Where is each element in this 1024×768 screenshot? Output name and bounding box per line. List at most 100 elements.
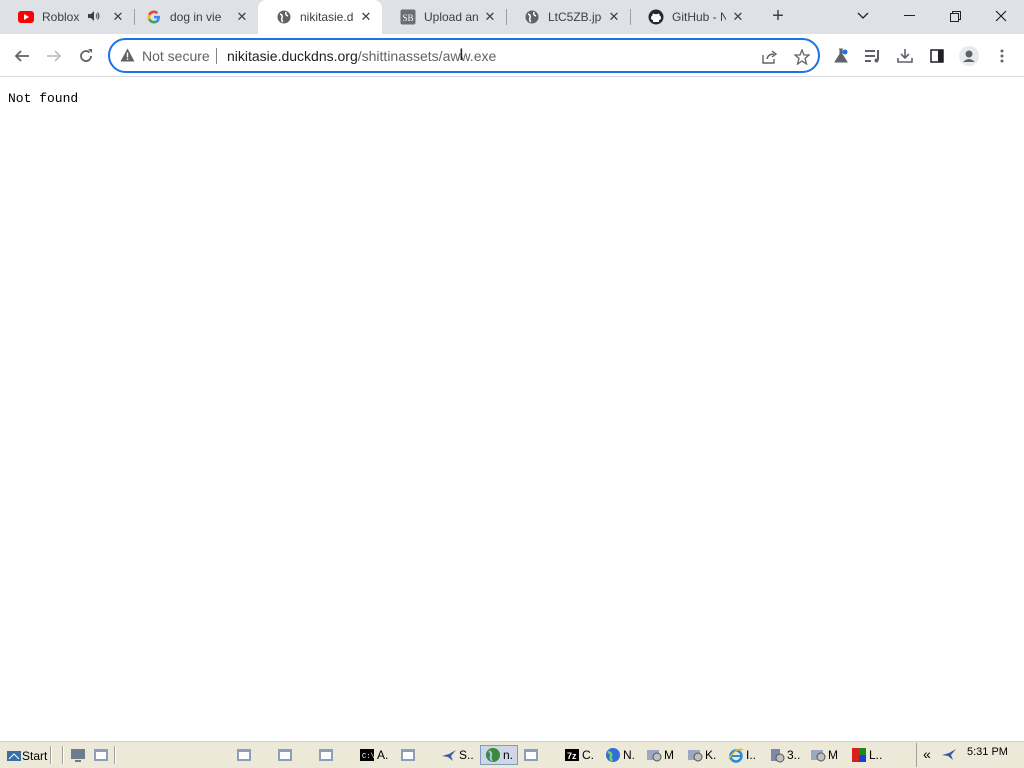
- window-icon: [237, 749, 251, 761]
- close-icon[interactable]: ✕: [482, 9, 498, 25]
- taskbar-item-7zip[interactable]: 7z C.: [564, 745, 594, 765]
- taskbar-item-m[interactable]: M: [646, 745, 674, 765]
- start-button[interactable]: Start: [6, 745, 47, 767]
- minimize-icon: [903, 15, 915, 16]
- taskbar-divider: [114, 746, 116, 764]
- clock[interactable]: 5:31 PM: [967, 746, 1008, 758]
- taskbar-item-s[interactable]: S..: [441, 745, 474, 765]
- profile-avatar-icon[interactable]: [958, 45, 980, 67]
- taskbar-item-k[interactable]: K.: [687, 745, 716, 765]
- svg-text:SB: SB: [402, 13, 413, 23]
- bird-icon: [442, 750, 456, 761]
- taskbar: Start C:\ A. S.. n. 7z C. N. M K. I.. 3.…: [0, 740, 1024, 768]
- globe-icon: [524, 9, 540, 25]
- taskbar-window[interactable]: [400, 745, 416, 765]
- taskbar-divider: [62, 746, 64, 764]
- taskbar-label: C.: [582, 748, 594, 762]
- minimize-button[interactable]: [886, 0, 932, 32]
- desktop-icon: [71, 749, 85, 762]
- close-window-button[interactable]: [978, 0, 1024, 32]
- taskbar-divider: [50, 746, 52, 764]
- taskbar-label: L..: [869, 748, 883, 762]
- taskbar-label: S..: [459, 748, 474, 762]
- side-panel-icon[interactable]: [926, 45, 948, 67]
- tab-github[interactable]: GitHub - N ✕: [630, 0, 754, 34]
- ie-icon: [728, 748, 744, 763]
- globe-blue-icon: [606, 748, 620, 762]
- taskbar-item-m2[interactable]: M: [810, 745, 838, 765]
- tab-title: nikitasie.d: [300, 10, 354, 24]
- tab-upload[interactable]: SB Upload an ✕: [382, 0, 506, 34]
- taskbar-item-ie[interactable]: I..: [728, 745, 756, 765]
- taskbar-item-cmd[interactable]: C:\ A.: [359, 745, 388, 765]
- media-queue-icon[interactable]: [862, 45, 884, 67]
- tab-title: GitHub - N: [672, 10, 726, 24]
- 7zip-icon: 7z: [565, 749, 579, 761]
- window-icon: [278, 749, 292, 761]
- more-menu-icon[interactable]: [991, 45, 1013, 67]
- taskbar-label: n.: [503, 748, 514, 762]
- restore-button[interactable]: [932, 0, 978, 32]
- text-cursor-icon: I: [459, 45, 464, 64]
- address-bar[interactable]: Not secure nikitasie.duckdns.org/shittin…: [108, 38, 820, 73]
- reload-button[interactable]: [72, 42, 100, 70]
- quicklaunch-window[interactable]: [93, 745, 109, 765]
- tab-search-button[interactable]: [840, 0, 886, 32]
- taskbar-window[interactable]: [318, 745, 334, 765]
- start-icon: [7, 751, 21, 761]
- globe-icon: [276, 9, 292, 25]
- tab-nikitasie[interactable]: nikitasie.d ✕: [258, 0, 382, 34]
- restore-icon: [949, 10, 961, 22]
- close-icon[interactable]: ✕: [606, 9, 622, 25]
- taskbar-item-l[interactable]: L..: [851, 745, 882, 765]
- taskbar-item-n[interactable]: N.: [605, 745, 635, 765]
- tray-expand-button[interactable]: «: [923, 746, 931, 762]
- globe-icon: [486, 748, 500, 762]
- security-label[interactable]: Not secure: [142, 48, 210, 64]
- bird-icon[interactable]: [941, 746, 957, 765]
- color-icon: [852, 748, 866, 762]
- cmd-icon: C:\: [360, 749, 375, 761]
- window-icon: [401, 749, 415, 761]
- share-icon[interactable]: [760, 47, 780, 67]
- close-icon[interactable]: ✕: [358, 9, 374, 25]
- tab-dog-search[interactable]: dog in vie ✕: [128, 0, 258, 34]
- github-icon: [648, 9, 664, 25]
- url-host: nikitasie.duckdns.org: [227, 48, 358, 64]
- taskbar-label: M: [664, 748, 674, 762]
- close-icon[interactable]: ✕: [110, 9, 126, 25]
- tab-ltc5zb[interactable]: LtC5ZB.jpg ✕: [506, 0, 630, 34]
- labs-flask-icon[interactable]: [830, 45, 852, 67]
- not-found-message: Not found: [8, 91, 79, 106]
- start-label: Start: [22, 749, 48, 763]
- tab-roblox[interactable]: Roblox ✕: [0, 0, 134, 34]
- sb-icon: SB: [400, 9, 416, 25]
- taskbar-window[interactable]: [277, 745, 293, 765]
- arrow-right-icon: [47, 50, 62, 62]
- back-button[interactable]: [8, 42, 36, 70]
- gear-window-icon: [811, 750, 826, 762]
- taskbar-window[interactable]: [236, 745, 252, 765]
- page-content: Not found: [0, 78, 1024, 740]
- forward-button[interactable]: [40, 42, 68, 70]
- taskbar-item-chrome[interactable]: n.: [480, 745, 519, 765]
- url-text[interactable]: nikitasie.duckdns.org/shittinassets/aww.…: [227, 48, 496, 64]
- device-icon: [771, 749, 785, 763]
- taskbar-label: I..: [746, 748, 757, 762]
- close-icon: [995, 10, 1007, 22]
- tab-strip: Roblox ✕ dog in vie ✕ nikitasie.d ✕ SB U…: [0, 0, 1024, 34]
- star-icon[interactable]: [792, 47, 812, 67]
- speaker-icon[interactable]: [88, 10, 100, 24]
- tab-title: dog in vie: [170, 10, 222, 24]
- download-icon[interactable]: [894, 45, 916, 67]
- quicklaunch-desktop[interactable]: [70, 745, 86, 765]
- taskbar-window[interactable]: [523, 745, 539, 765]
- close-icon[interactable]: ✕: [730, 9, 746, 25]
- svg-text:C:\: C:\: [362, 753, 375, 761]
- taskbar-item-3[interactable]: 3..: [769, 745, 800, 765]
- new-tab-button[interactable]: +: [766, 5, 790, 29]
- omnibox-divider: [216, 48, 217, 64]
- reload-icon: [80, 49, 92, 62]
- close-icon[interactable]: ✕: [234, 9, 250, 25]
- warning-icon[interactable]: [120, 48, 135, 67]
